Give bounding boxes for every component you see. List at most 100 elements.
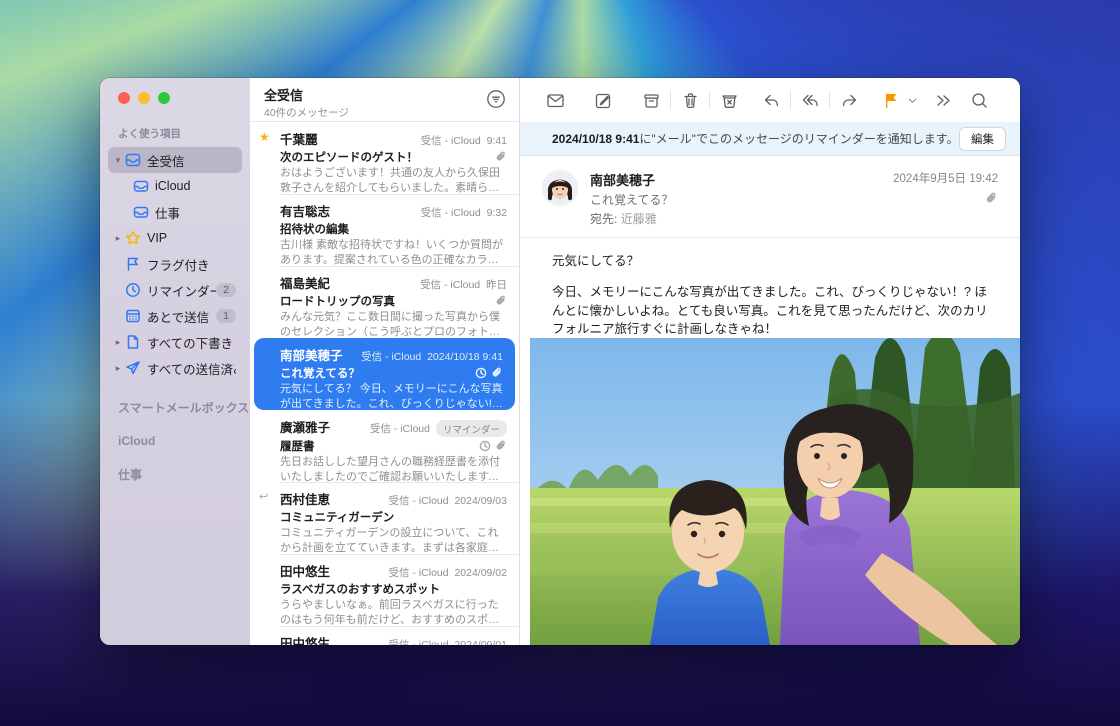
trash-icon[interactable] <box>677 87 703 113</box>
sidebar-section-smart-mailboxes[interactable]: スマートメールボックス <box>100 399 250 416</box>
row-subject: 履歴書 <box>280 438 479 454</box>
document-icon <box>124 334 141 351</box>
sidebar-item-label: すべての送信済み <box>147 359 236 378</box>
message-subject: これ覚えてる？ <box>590 191 893 208</box>
paperclip-icon <box>491 367 503 379</box>
row-subject: コミュニティガーデン <box>280 509 507 525</box>
row-sender: 田中悠生 <box>280 561 388 580</box>
row-subject: ラスベガスのおすすめスポット <box>280 581 507 597</box>
mailbox-title: 全受信 <box>264 85 507 104</box>
message-row[interactable]: 田中悠生 受信 - iCloud 2024/09/02 ラスベガスのおすすめスポ… <box>250 554 519 626</box>
message-count: 40件のメッセージ <box>264 105 507 120</box>
junk-icon[interactable] <box>716 87 742 113</box>
zoom-window-button[interactable] <box>158 92 170 104</box>
sidebar-item-label: 全受信 <box>147 151 236 170</box>
reminder-clock-icon <box>475 367 487 379</box>
row-date: 9:41 <box>487 135 507 147</box>
row-mailbox: 受信 - iCloud <box>388 567 448 579</box>
reply-icon[interactable] <box>758 87 784 113</box>
sidebar-item-label: フラグ付き <box>147 255 236 274</box>
sidebar-item-icloud-inbox[interactable]: iCloud <box>128 173 242 199</box>
message-list: 全受信 40件のメッセージ ★ 千葉麗 受信 - iCloud 9:41 次のエ… <box>250 78 520 645</box>
sidebar-item-send-later[interactable]: あとで送信 1 <box>108 303 242 329</box>
message-row[interactable]: 福島美紀 受信 - iCloud 昨日 ロードトリップの写真 みんな元気？ここ数… <box>250 266 519 338</box>
row-date: 9:32 <box>487 207 507 219</box>
recipient-name[interactable]: 近藤雅 <box>621 212 657 226</box>
row-mailbox: 受信 - iCloud <box>370 421 430 436</box>
archive-icon[interactable] <box>638 87 664 113</box>
row-sender: 南部美穂子 <box>280 345 361 364</box>
sender-avatar[interactable] <box>542 170 578 206</box>
row-date: 2024/09/01 <box>454 639 507 645</box>
row-mailbox: 受信 - iCloud <box>388 639 448 645</box>
sidebar-item-all-drafts[interactable]: ▸ すべての下書き <box>108 329 242 355</box>
search-icon[interactable] <box>966 87 992 113</box>
sidebar: よく使う項目 ▾ 全受信 iCloud 仕事 <box>100 78 250 645</box>
more-chevrons-icon[interactable] <box>930 87 956 113</box>
reply-all-icon[interactable] <box>797 87 823 113</box>
close-window-button[interactable] <box>118 92 130 104</box>
edit-reminder-button[interactable]: 編集 <box>959 127 1006 151</box>
row-subject: ロードトリップの写真 <box>280 293 495 309</box>
row-mailbox: 受信 - iCloud <box>421 135 481 147</box>
window-controls <box>100 92 250 104</box>
message-row-selected[interactable]: 南部美穂子 受信 - iCloud 2024/10/18 9:41 これ覚えてる… <box>254 338 515 410</box>
row-date: 2024/09/02 <box>454 567 507 579</box>
reminder-banner-text: 2024/10/18 9:41に"メール"でこのメッセージのリマインダーを通知し… <box>552 130 959 147</box>
inbox-icon <box>132 204 149 221</box>
message-row[interactable]: 廣瀬雅子 受信 - iCloudリマインダー 履歴書 先日お話しした望月さんの職… <box>250 410 519 482</box>
clock-icon <box>124 282 141 299</box>
sidebar-item-flagged[interactable]: フラグ付き <box>108 251 242 277</box>
message-header: 南部美穂子 これ覚えてる？ 宛先: 近藤雅 2024年9月5日 19:42 <box>520 156 1020 238</box>
replied-arrow-icon: ↩ <box>259 490 275 506</box>
filter-icon[interactable] <box>485 88 507 110</box>
row-sender: 西村佳恵 <box>280 489 388 508</box>
desktop-wallpaper: { "colors": { "accent_blue": "#3478f6", … <box>0 0 1120 726</box>
sidebar-item-reminders[interactable]: リマインダー 2 <box>108 277 242 303</box>
flag-icon[interactable] <box>878 87 904 113</box>
attachment-photo[interactable] <box>530 338 1020 645</box>
chevron-down-icon[interactable]: ▾ <box>112 155 124 166</box>
row-date: 2024/09/03 <box>454 495 507 507</box>
body-paragraph: 今日、メモリーにこんな写真が出てきました。これ、びっくりじゃない！? ほんとに懐… <box>552 283 996 339</box>
chevron-right-icon[interactable]: ▸ <box>112 337 124 348</box>
row-preview: 元気にしてる？ 今日、メモリーにこんな写真が出てきました。これ、びっくりじゃない… <box>280 382 503 412</box>
forward-icon[interactable] <box>836 87 862 113</box>
flag-icon <box>124 256 141 273</box>
chevron-right-icon[interactable]: ▸ <box>112 363 124 374</box>
minimize-window-button[interactable] <box>138 92 150 104</box>
paperclip-icon <box>495 295 507 307</box>
mail-app-window: よく使う項目 ▾ 全受信 iCloud 仕事 <box>100 78 1020 645</box>
message-row[interactable]: 田中悠生 受信 - iCloud 2024/09/01 <box>250 626 519 645</box>
sidebar-item-vip[interactable]: ▸ VIP <box>108 225 242 251</box>
row-mailbox: 受信 - iCloud <box>361 351 421 363</box>
sidebar-item-all-inboxes[interactable]: ▾ 全受信 <box>108 147 242 173</box>
message-sender-name[interactable]: 南部美穂子 <box>590 170 893 189</box>
row-mailbox: 受信 - iCloud <box>388 495 448 507</box>
message-row[interactable]: ↩ 西村佳恵 受信 - iCloud 2024/09/03 コミュニティガーデン… <box>250 482 519 554</box>
message-recipient-line: 宛先: 近藤雅 <box>590 210 893 227</box>
reminder-banner: 2024/10/18 9:41に"メール"でこのメッセージのリマインダーを通知し… <box>520 122 1020 156</box>
row-mailbox: 受信 - iCloud <box>421 207 481 219</box>
message-pane: 2024/10/18 9:41に"メール"でこのメッセージのリマインダーを通知し… <box>520 78 1020 645</box>
message-row[interactable]: ★ 千葉麗 受信 - iCloud 9:41 次のエピソードのゲスト！ おはよう… <box>250 122 519 194</box>
row-subject: 次のエピソードのゲスト！ <box>280 149 495 165</box>
sidebar-section-favorites: よく使う項目 <box>100 126 250 141</box>
compose-icon[interactable] <box>590 87 616 113</box>
sidebar-item-all-sent[interactable]: ▸ すべての送信済み <box>108 355 242 381</box>
message-date: 2024年9月5日 19:42 <box>893 170 998 186</box>
get-mail-envelope-icon[interactable] <box>542 87 568 113</box>
star-icon <box>124 230 141 247</box>
chevron-right-icon[interactable]: ▸ <box>112 233 124 244</box>
sidebar-item-label: 仕事 <box>155 203 236 222</box>
row-preview: 古川様 素敵な招待状ですね！いくつか質問があります。提案されている色の正確なカラ… <box>280 238 507 268</box>
row-sender: 千葉麗 <box>280 129 421 148</box>
unread-badge: 2 <box>216 283 236 297</box>
chevron-down-icon[interactable] <box>904 87 920 113</box>
sidebar-section-icloud[interactable]: iCloud <box>100 434 250 448</box>
row-subject: これ覚えてる？ <box>280 365 475 381</box>
message-row[interactable]: 有吉聡志 受信 - iCloud 9:32 招待状の編集 古川様 素敵な招待状で… <box>250 194 519 266</box>
row-subject: 招待状の編集 <box>280 221 507 237</box>
sidebar-section-work[interactable]: 仕事 <box>100 466 250 483</box>
sidebar-item-work-inbox[interactable]: 仕事 <box>128 199 242 225</box>
